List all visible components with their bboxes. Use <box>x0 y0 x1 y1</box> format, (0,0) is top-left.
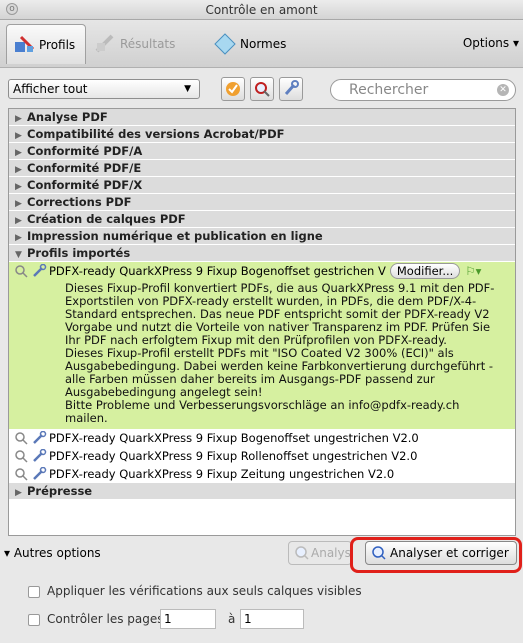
category-label: Création de calques PDF <box>27 212 186 226</box>
search-input[interactable]: Rechercher ✕ <box>330 79 516 101</box>
window-titlebar: o Contrôle en amont <box>0 0 523 20</box>
check-pages-label: Contrôler les pages <box>47 612 164 626</box>
category-analyse-pdf[interactable]: ▶ Analyse PDF <box>9 109 515 126</box>
category-label: Prépresse <box>27 484 93 498</box>
clear-search-icon[interactable]: ✕ <box>497 84 509 96</box>
category-profils-importes[interactable]: ▼ Profils importés <box>9 245 515 262</box>
category-label: Corrections PDF <box>27 195 132 209</box>
category-pdfe[interactable]: ▶ Conformité PDF/E <box>9 160 515 177</box>
show-checks-button[interactable] <box>250 77 274 101</box>
profile-row[interactable]: PDFX-ready QuarkXPress 9 Fixup Rollenoff… <box>9 447 515 465</box>
magnifier-icon <box>15 265 28 278</box>
tab-profils[interactable]: Profils <box>6 24 86 64</box>
visible-layers-checkbox[interactable] <box>28 586 40 598</box>
show-filter-select[interactable]: Afficher tout ▼ <box>8 79 200 99</box>
dropdown-arrow-icon: ▼ <box>184 84 191 94</box>
magnifier-icon <box>15 468 28 481</box>
show-fixups-button[interactable] <box>279 77 303 101</box>
page-from-input[interactable]: 1 <box>160 609 216 629</box>
wrench-icon <box>33 449 47 462</box>
profile-name: PDFX-ready QuarkXPress 9 Fixup Bogenoffs… <box>49 264 386 278</box>
tab-resultats-label: Résultats <box>120 37 176 51</box>
category-compatibilite[interactable]: ▶ Compatibilité des versions Acrobat/PDF <box>9 126 515 143</box>
category-label: Impression numérique et publication en l… <box>27 229 323 243</box>
window-title: Contrôle en amont <box>205 3 318 17</box>
edit-profile-button[interactable]: Modifier... <box>389 263 461 279</box>
category-label: Conformité PDF/A <box>27 144 143 158</box>
flag-menu-icon[interactable]: ⚐▾ <box>465 262 481 280</box>
category-label: Profils importés <box>27 246 131 260</box>
filter-bar: Afficher tout ▼ Rechercher ✕ <box>0 69 523 103</box>
profile-description: Dieses Fixup-Profil konvertiert PDFs, di… <box>9 280 515 429</box>
tab-normes-label: Normes <box>240 37 287 51</box>
expand-triangle-icon: ▶ <box>15 488 22 498</box>
category-pdfx[interactable]: ▶ Conformité PDF/X <box>9 177 515 194</box>
category-calques[interactable]: ▶ Création de calques PDF <box>9 211 515 228</box>
highlight-box <box>350 537 522 573</box>
results-icon <box>95 34 114 53</box>
magnifier-icon <box>15 432 28 445</box>
standards-icon <box>214 33 236 55</box>
profile-row[interactable]: PDFX-ready QuarkXPress 9 Fixup Zeitung u… <box>9 465 515 483</box>
search-placeholder: Rechercher <box>349 82 429 98</box>
check-pages-checkbox[interactable] <box>28 614 40 626</box>
category-label: Analyse PDF <box>27 110 108 124</box>
tab-normes[interactable]: Normes <box>214 24 286 64</box>
magnifier-icon <box>15 450 28 463</box>
profile-row[interactable]: PDFX-ready QuarkXPress 9 Fixup Bogenoffs… <box>9 429 515 447</box>
flag-check-icon <box>226 82 240 96</box>
wrench-icon <box>33 431 47 444</box>
category-pdfa[interactable]: ▶ Conformité PDF/A <box>9 143 515 160</box>
category-label: Compatibilité des versions Acrobat/PDF <box>27 127 285 141</box>
wrench-icon <box>33 264 47 277</box>
profile-name: PDFX-ready QuarkXPress 9 Fixup Rollenoff… <box>49 449 418 463</box>
magnifier-icon <box>295 546 309 560</box>
options-menu[interactable]: Options ▾ <box>463 36 519 50</box>
window-close-button[interactable]: o <box>6 3 18 15</box>
toolbar: Profils Résultats Normes Options ▾ <box>0 20 523 68</box>
category-corrections[interactable]: ▶ Corrections PDF <box>9 194 515 211</box>
category-impression[interactable]: ▶ Impression numérique et publication en … <box>9 228 515 245</box>
profile-row-selected[interactable]: PDFX-ready QuarkXPress 9 Fixup Bogenoffs… <box>9 262 515 280</box>
more-options-toggle[interactable]: ▾ Autres options <box>4 546 101 560</box>
analyse-button[interactable]: Analyse <box>288 541 352 565</box>
wrench-icon <box>284 80 299 95</box>
profile-name: PDFX-ready QuarkXPress 9 Fixup Zeitung u… <box>49 467 395 481</box>
tab-profils-label: Profils <box>39 37 76 52</box>
profile-name: PDFX-ready QuarkXPress 9 Fixup Bogenoffs… <box>49 431 419 445</box>
analyse-label: Analyse <box>311 546 351 560</box>
to-label: à <box>228 612 236 626</box>
magnifier-icon <box>255 82 270 97</box>
page-to-input[interactable]: 1 <box>240 609 304 629</box>
tab-resultats[interactable]: Résultats <box>94 24 175 64</box>
options-label: Options <box>462 36 510 50</box>
collapse-triangle-icon: ▼ <box>15 250 22 260</box>
show-all-profiles-button[interactable] <box>221 77 245 101</box>
category-label: Conformité PDF/X <box>27 178 143 192</box>
category-label: Conformité PDF/E <box>27 161 142 175</box>
wrench-icon <box>33 467 47 480</box>
more-options-label: Autres options <box>13 546 101 560</box>
category-prepresse[interactable]: ▶ Prépresse <box>9 483 515 500</box>
visible-layers-label: Appliquer les vérifications aux seuls ca… <box>47 584 362 598</box>
profiles-list: ▶ Analyse PDF ▶ Compatibilité des versions… <box>8 108 516 536</box>
profiles-icon <box>15 35 35 52</box>
show-filter-value: Afficher tout <box>13 82 88 96</box>
